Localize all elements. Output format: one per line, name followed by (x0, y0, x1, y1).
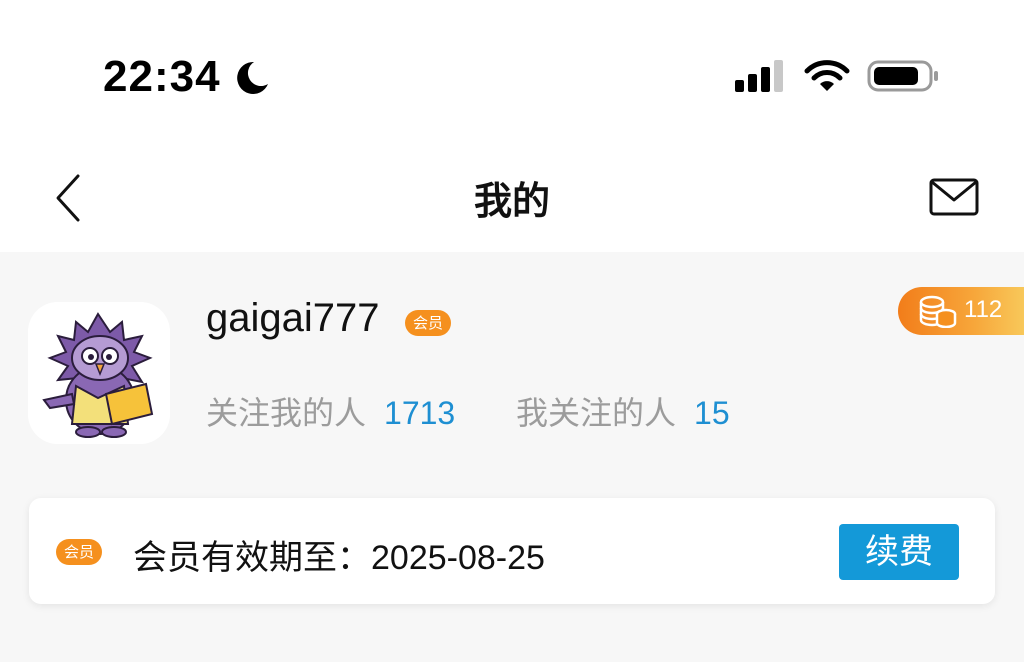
mail-icon[interactable] (928, 176, 980, 218)
member-badge: 会员 (405, 310, 451, 336)
membership-expiry: 会员有效期至：2025-08-25 (133, 530, 545, 579)
status-time: 22:34 (103, 52, 221, 101)
owl-avatar-image (28, 302, 170, 444)
coins-icon (919, 295, 957, 328)
expiry-date: 2025-08-25 (371, 539, 545, 577)
followers-label: 关注我的人 (206, 394, 367, 432)
moon-icon (237, 61, 268, 94)
battery-icon (867, 60, 938, 92)
wifi-icon (804, 60, 850, 91)
coins-count: 112 (964, 296, 1003, 323)
username: gaigai777 (206, 296, 380, 340)
signal-icon (735, 60, 783, 92)
coins-button[interactable]: 112 (898, 287, 1024, 335)
expiry-label: 会员有效期至： (133, 538, 371, 578)
renew-button[interactable]: 续费 (839, 524, 959, 580)
top-bar: 22:34 我的 (0, 0, 1024, 252)
card-member-badge: 会员 (56, 539, 102, 565)
membership-card: 会员 会员有效期至：2025-08-25 续费 (29, 498, 995, 604)
following-count: 15 (694, 395, 730, 431)
followers-count: 1713 (384, 395, 456, 431)
following-label: 我关注的人 (516, 394, 677, 432)
followers-stat[interactable]: 关注我的人 1713 (206, 388, 455, 434)
page-title: 我的 (473, 179, 550, 223)
following-stat[interactable]: 我关注的人 15 (516, 388, 730, 434)
avatar[interactable] (28, 302, 170, 444)
